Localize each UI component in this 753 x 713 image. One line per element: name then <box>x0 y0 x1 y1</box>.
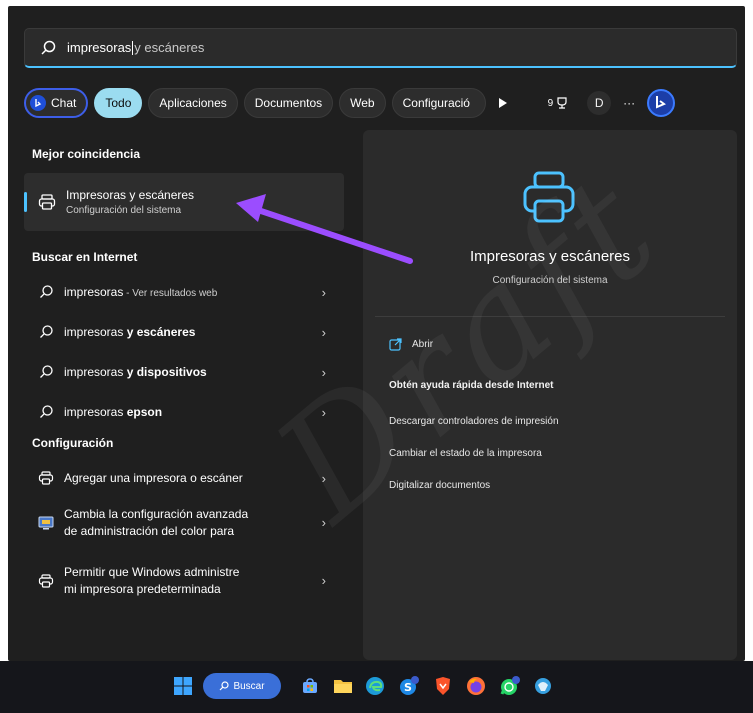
annotation-arrow <box>236 194 413 264</box>
